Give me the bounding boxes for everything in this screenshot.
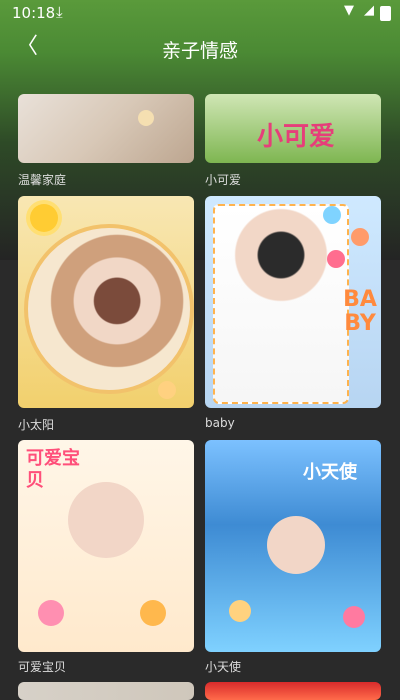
decor-shape <box>158 381 176 399</box>
baby-face <box>267 516 325 574</box>
template-title-art: 小天使 <box>303 462 357 483</box>
flower-icon <box>38 600 64 626</box>
decor-bubble <box>327 250 345 268</box>
child-face <box>68 482 144 558</box>
baby-letters: BABY <box>343 287 377 336</box>
template-card-little-angel[interactable]: 小天使 <box>205 440 381 652</box>
template-label: baby <box>205 416 235 430</box>
template-label: 小可爱 <box>205 173 242 187</box>
template-card-little-sun[interactable] <box>18 196 194 408</box>
decor-bubble <box>351 228 369 246</box>
template-card-cute-baby[interactable]: 可爱宝贝 <box>18 440 194 652</box>
template-card-partial[interactable] <box>18 682 194 700</box>
template-label: 小太阳 <box>18 418 55 432</box>
flower-icon <box>229 600 251 622</box>
template-label: 温馨家庭 <box>18 173 67 187</box>
template-card-little-cute[interactable]: 小可爱 <box>205 94 381 163</box>
decor-shape <box>138 110 154 126</box>
template-title-art: 可爱宝贝 <box>26 448 80 491</box>
child-photo-frame <box>213 204 349 404</box>
template-label: 小天使 <box>205 660 242 674</box>
mother-child-photo <box>24 224 194 394</box>
flower-icon <box>343 606 365 628</box>
decor-bubble <box>323 206 341 224</box>
template-card-warm-family[interactable] <box>18 94 194 163</box>
flower-icon <box>140 600 166 626</box>
template-card-partial[interactable] <box>205 682 381 700</box>
template-card-baby[interactable]: BABY <box>205 196 381 408</box>
template-grid: 温馨家庭 小可爱 小可爱 小太阳 BABY baby 可爱宝贝 可爱宝贝 小天使… <box>0 0 400 700</box>
template-title-art: 小可爱 <box>257 122 336 152</box>
template-label: 可爱宝贝 <box>18 660 67 674</box>
sun-icon <box>30 204 58 232</box>
